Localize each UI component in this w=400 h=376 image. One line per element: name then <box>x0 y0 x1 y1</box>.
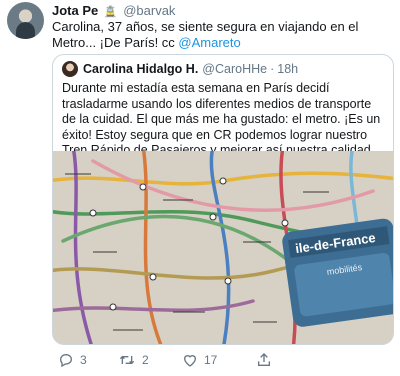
share-icon <box>258 353 270 366</box>
like-button[interactable]: 17 <box>182 352 217 368</box>
like-count: 17 <box>204 353 218 367</box>
quoted-avatar <box>62 61 78 77</box>
quoted-author-name: Carolina Hidalgo H. <box>83 62 199 76</box>
quoted-header: Carolina Hidalgo H. @CaroHHe · 18h <box>62 61 298 77</box>
metro-map-image: ile-de-France mobilités <box>53 151 393 344</box>
like-icon <box>183 355 197 367</box>
retweet-count: 2 <box>142 353 149 367</box>
author-handle[interactable]: @barvak <box>123 3 175 18</box>
quoted-tweet[interactable]: Carolina Hidalgo H. @CaroHHe · 18h Duran… <box>52 54 394 345</box>
reply-button[interactable]: 3 <box>58 352 87 368</box>
tweet-actions: 3 2 17 <box>52 352 382 370</box>
author-name[interactable]: Jota Pe <box>52 3 98 18</box>
share-button[interactable] <box>256 352 278 368</box>
metro-map-photo[interactable]: ile-de-France mobilités <box>53 151 393 344</box>
author-avatar[interactable] <box>7 2 44 39</box>
tweet-header: Jota Pe 🚊 @barvak <box>52 3 175 20</box>
quoted-separator: · <box>270 62 275 76</box>
quoted-handle: @CaroHHe <box>202 62 268 76</box>
reply-icon <box>59 353 73 368</box>
quoted-time: 18h <box>277 62 299 76</box>
mention-link[interactable]: @Amareto <box>178 35 240 50</box>
tram-badge-icon: 🚊 <box>103 6 118 18</box>
tweet-text: Carolina, 37 años, se siente segura en v… <box>52 19 396 51</box>
retweet-icon <box>119 355 135 365</box>
retweet-button[interactable]: 2 <box>118 352 149 368</box>
navigo-card: ile-de-France mobilités <box>282 218 393 327</box>
reply-count: 3 <box>80 353 87 367</box>
